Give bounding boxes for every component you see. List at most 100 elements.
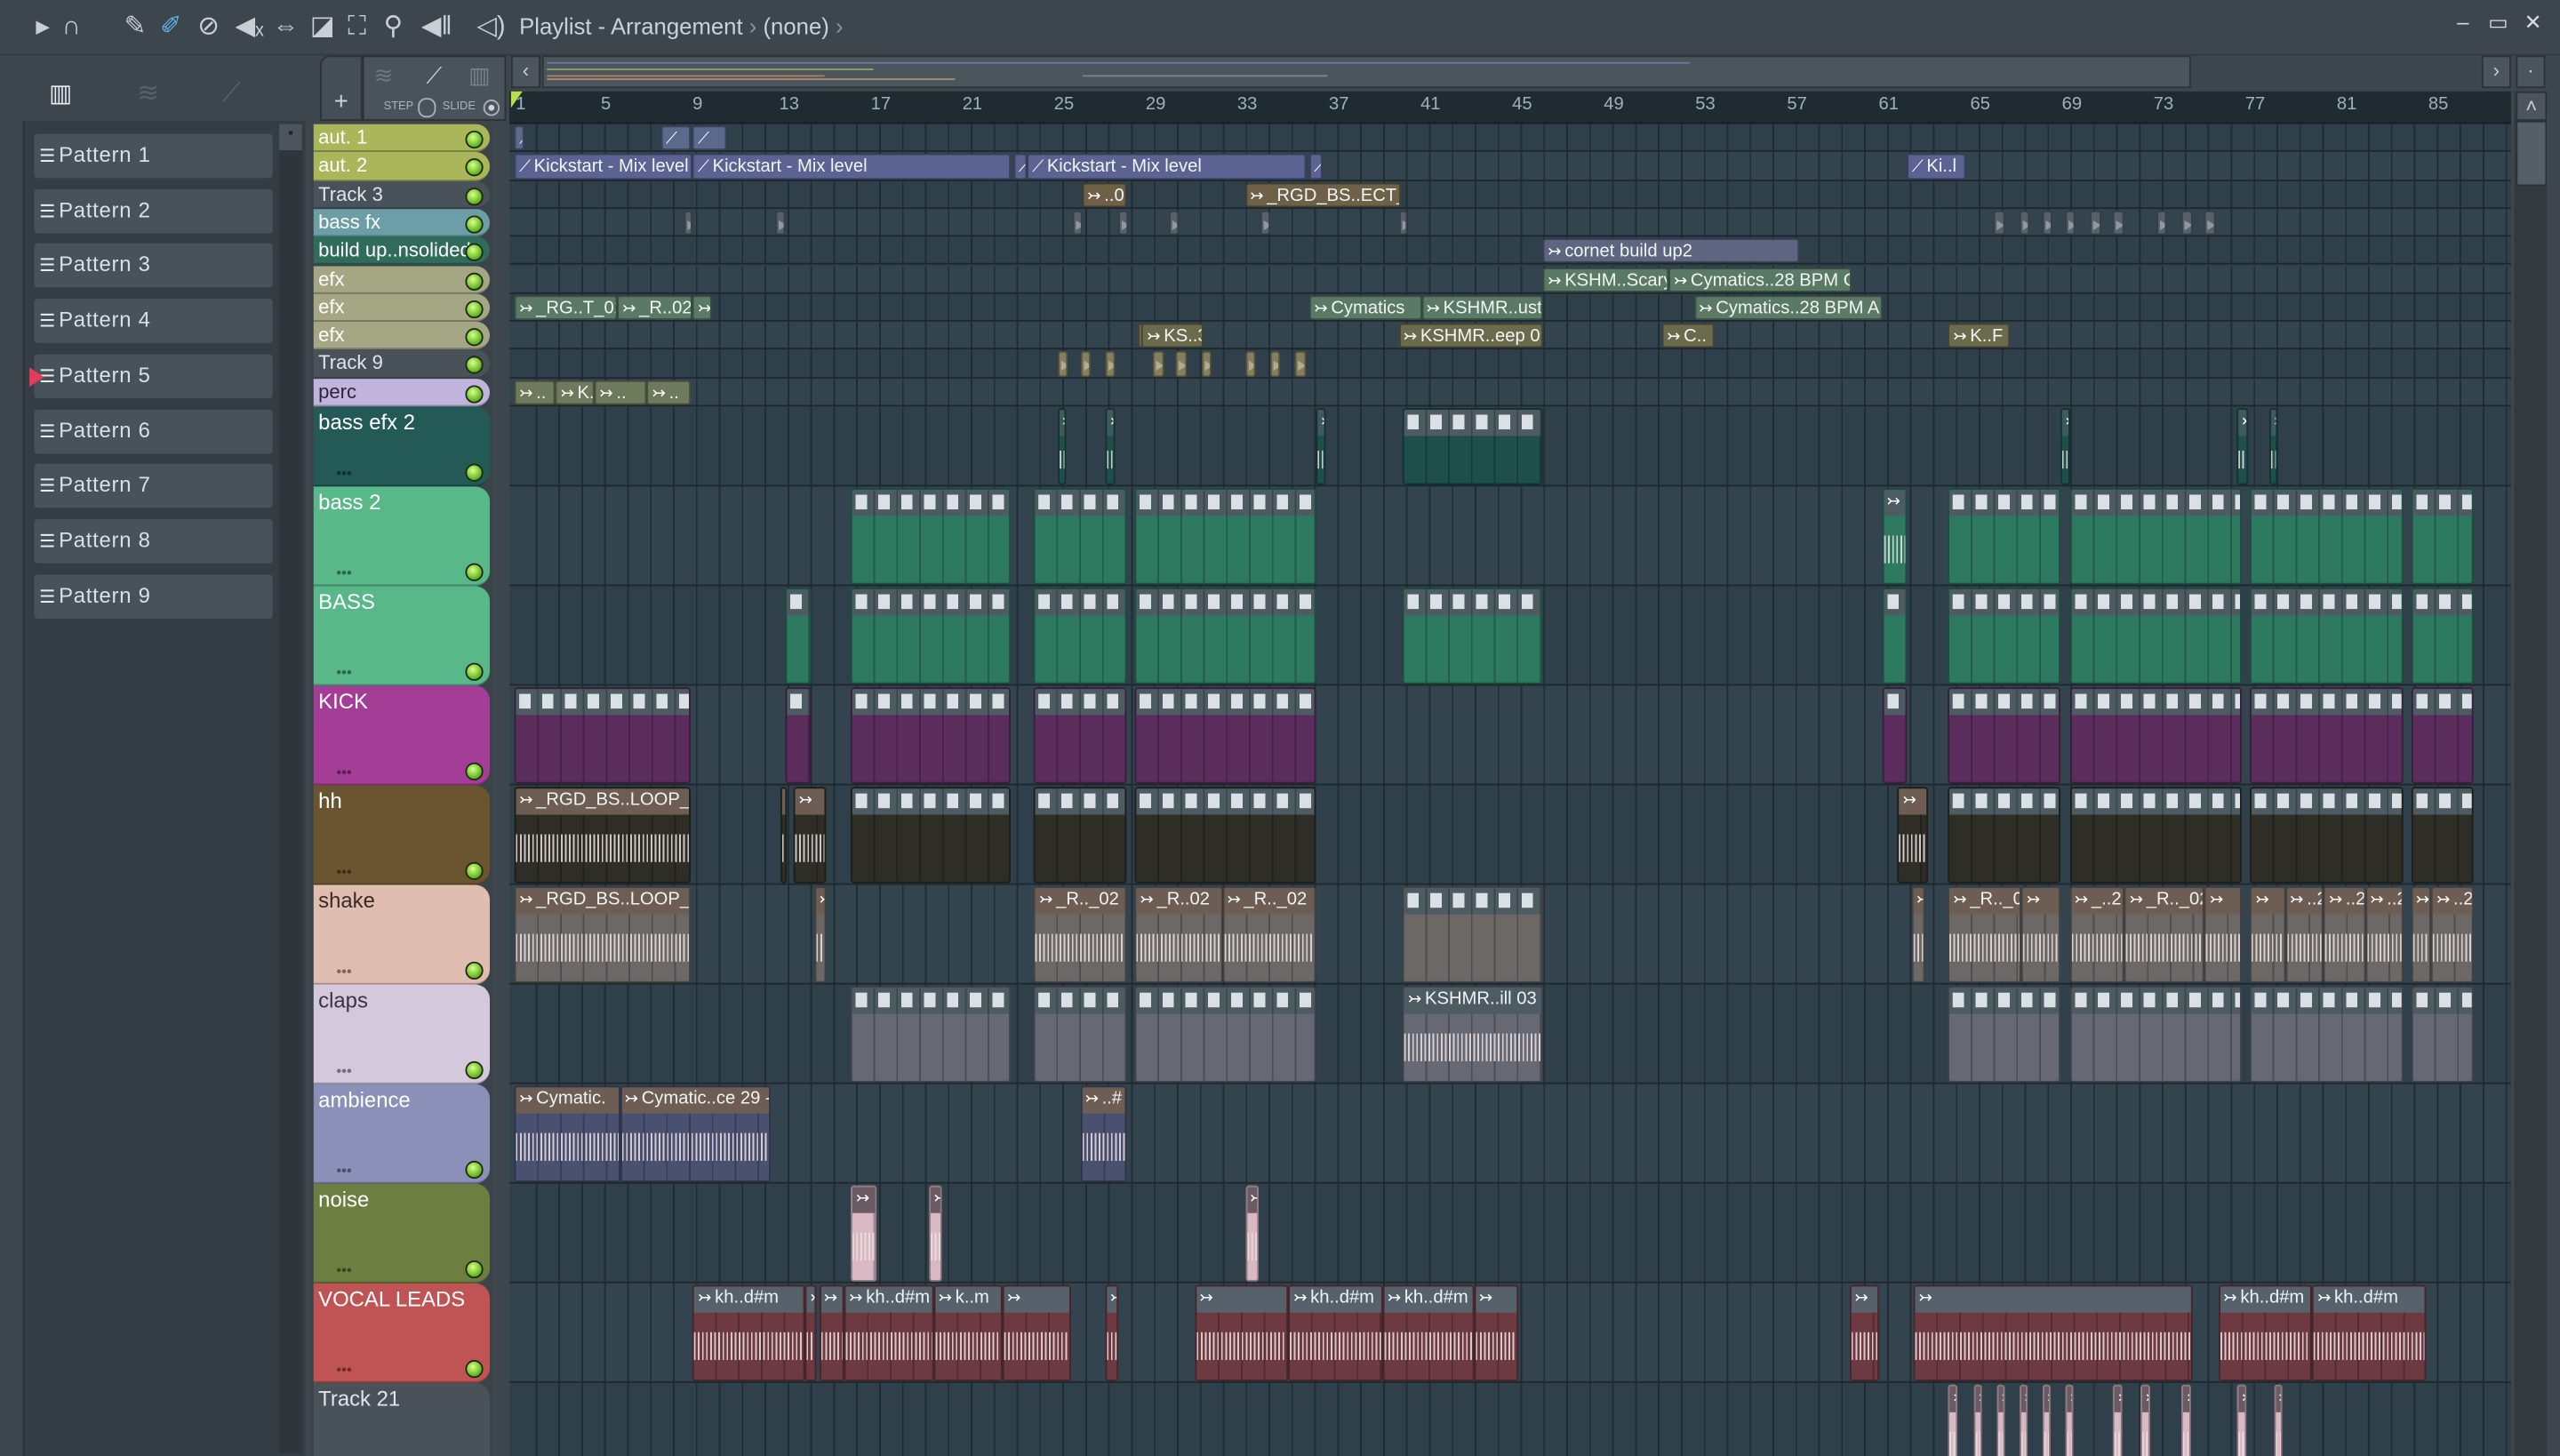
pattern-clip[interactable] — [1134, 787, 1316, 884]
track-name[interactable]: Track 9 — [318, 352, 383, 375]
track-lane[interactable] — [509, 349, 2511, 379]
pattern-clip[interactable] — [2250, 588, 2404, 684]
mini-clip[interactable] — [2019, 210, 2030, 236]
delete-tool-icon[interactable]: ⊘ — [197, 12, 220, 44]
track-options-icon[interactable]: ••• — [336, 1063, 351, 1079]
track-options-icon[interactable]: ••• — [336, 1362, 351, 1378]
pattern-clip[interactable] — [1403, 886, 1543, 983]
track-enable-led[interactable] — [465, 244, 484, 262]
track-options-icon[interactable]: ••• — [336, 665, 351, 681]
pattern-scroll-button[interactable]: ▪ — [279, 124, 302, 150]
mini-clip[interactable] — [1057, 351, 1068, 377]
pattern-clip[interactable] — [2250, 787, 2404, 884]
automation-filter-icon[interactable]: ⟋ — [426, 59, 442, 92]
audio-clip[interactable]: ↣ — [2113, 1384, 2123, 1456]
track-header[interactable]: noise ••• — [313, 1183, 491, 1284]
audio-clip[interactable]: ↣ — [2250, 886, 2285, 983]
magnet-snap-icon[interactable]: ∩ — [62, 12, 81, 44]
audio-clip[interactable]: ↣ — [2181, 1384, 2191, 1456]
track-options-icon[interactable]: ••• — [336, 1163, 351, 1179]
automation-clip[interactable]: ⟋ — [660, 125, 691, 151]
automation-clip[interactable]: ⟋ — [1308, 154, 1324, 180]
pattern-item[interactable]: ☰ Pattern 2 — [34, 188, 273, 234]
mini-clip[interactable] — [775, 210, 785, 236]
audio-clip[interactable]: ↣ kh..d#m — [692, 1284, 805, 1381]
audio-clip[interactable]: ↣ cornet build up2 — [1542, 238, 1800, 264]
audio-clip[interactable]: ↣ — [2411, 886, 2432, 983]
track-header[interactable]: VOCAL LEADS ••• — [313, 1283, 491, 1383]
track-options-icon[interactable]: ••• — [336, 1262, 351, 1278]
audio-clip[interactable]: ↣ — [2236, 1384, 2246, 1456]
track-enable-led[interactable] — [465, 130, 484, 149]
track-enable-led[interactable] — [465, 961, 484, 980]
track-name[interactable]: shake — [318, 888, 375, 913]
audio-clip[interactable]: ↣ — [1996, 1384, 2006, 1456]
pattern-item[interactable]: ☰ Pattern 7 — [34, 463, 273, 508]
mini-clip[interactable] — [1153, 351, 1164, 377]
pattern-clip[interactable] — [851, 488, 1012, 585]
audio-clip[interactable]: ↣ — [1316, 408, 1325, 485]
track-name[interactable]: build up..nsolided — [318, 239, 471, 262]
pattern-clip[interactable] — [2250, 986, 2404, 1083]
pattern-clip[interactable] — [1034, 986, 1126, 1083]
pattern-item[interactable]: ☰ Pattern 8 — [34, 518, 273, 564]
automation-clip[interactable]: ⟋ — [1013, 154, 1028, 180]
pattern-clip[interactable] — [851, 588, 1012, 684]
audio-clip[interactable]: ↣ _R..02 — [1134, 886, 1222, 983]
audio-clip[interactable]: ↣_RGD_BS..LOOP_02 — [514, 886, 691, 983]
track-name[interactable]: bass efx 2 — [318, 410, 415, 435]
pattern-item[interactable]: ☰ Pattern 3 — [34, 244, 273, 288]
track-options-icon[interactable]: ••• — [336, 964, 351, 980]
automation-clip[interactable]: ⟋ Ki..l — [1907, 154, 1967, 180]
pencil-tool-icon[interactable]: ✎ — [124, 12, 147, 44]
track-name[interactable]: BASS — [318, 589, 375, 614]
scrollbar-thumb[interactable] — [2516, 120, 2548, 187]
audio-clip[interactable]: ↣ — [1881, 488, 1908, 585]
audio-clip[interactable]: ↣ C.. — [1661, 323, 1715, 348]
track-enable-led[interactable] — [465, 1359, 484, 1379]
audio-clip[interactable]: ↣ — [819, 1284, 844, 1381]
pattern-clip[interactable] — [1134, 488, 1316, 585]
pattern-clip[interactable] — [1948, 687, 2060, 784]
audio-clip[interactable]: ↣_R.._02 — [2124, 886, 2205, 983]
track-header[interactable]: Track 9 — [313, 349, 491, 379]
mini-clip[interactable] — [1201, 351, 1212, 377]
track-enable-led[interactable] — [465, 215, 484, 234]
track-header[interactable]: perc — [313, 378, 491, 407]
audio-clip[interactable]: ↣ — [692, 295, 712, 321]
track-lane[interactable] — [509, 378, 2511, 407]
mini-clip[interactable] — [2042, 210, 2052, 236]
track-enable-led[interactable] — [465, 762, 484, 780]
pattern-item[interactable]: ☰ Pattern 6 — [34, 409, 273, 453]
pattern-clip[interactable] — [1034, 787, 1126, 884]
audio-clip[interactable]: ↣_RGD_BS..LOOP_01 — [514, 787, 691, 884]
mini-clip[interactable] — [1260, 210, 1270, 236]
audio-clip[interactable]: ↣ _R..02 — [617, 295, 693, 321]
track-lane[interactable] — [509, 1084, 2511, 1184]
track-header[interactable]: shake ••• — [313, 884, 491, 985]
track-header[interactable]: build up..nsolided — [313, 236, 491, 266]
track-lane[interactable] — [509, 1183, 2511, 1284]
mini-clip[interactable] — [2181, 210, 2193, 236]
track-header[interactable]: hh ••• — [313, 785, 491, 885]
audio-clip[interactable]: ↣ Cymatics..28 BPM A — [1693, 295, 1882, 321]
audio-clip[interactable]: ↣_R.._02 — [1948, 886, 2022, 983]
automation-clip[interactable]: ⟋ Kickstart - Mix level — [692, 154, 1012, 180]
track-lane[interactable] — [509, 180, 2511, 209]
track-enable-led[interactable] — [465, 662, 484, 681]
track-header[interactable]: bass efx 2 ••• — [313, 406, 491, 487]
zoom-tool-icon[interactable]: ⚲ — [384, 12, 404, 44]
scroll-right-button[interactable]: › — [2481, 55, 2511, 89]
track-name[interactable]: Track 21 — [318, 1386, 400, 1411]
select-tool-icon[interactable]: ⛶ — [348, 12, 366, 44]
paint-tool-icon[interactable]: ✐ — [160, 12, 182, 44]
audio-clip[interactable]: ↣..2 — [2284, 886, 2324, 983]
audio-clip[interactable]: ↣_R.._02 — [1221, 886, 1316, 983]
track-name[interactable]: efx — [318, 324, 344, 347]
audio-clip[interactable]: ↣ ..# — [1080, 1085, 1126, 1182]
track-enable-led[interactable] — [465, 158, 484, 177]
track-lane[interactable] — [509, 265, 2511, 294]
speaker-icon[interactable]: ◁) — [476, 12, 505, 44]
audio-clip[interactable]: ↣ — [1474, 1284, 1518, 1381]
pattern-clip[interactable] — [2250, 687, 2404, 784]
